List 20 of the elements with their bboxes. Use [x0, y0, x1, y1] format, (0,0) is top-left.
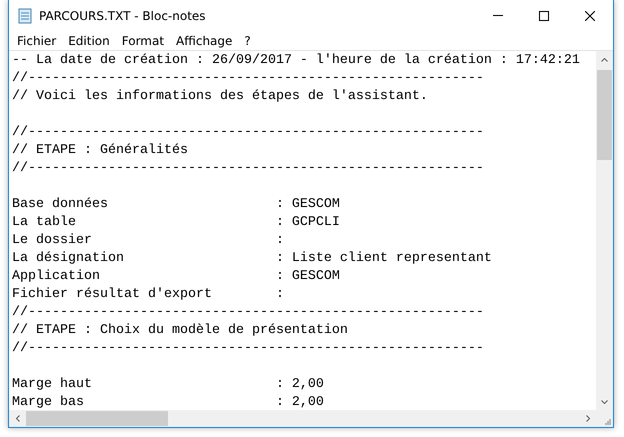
- maximize-icon: [539, 10, 549, 20]
- menu-item[interactable]: Edition: [62, 34, 116, 48]
- scrollbar-thumb[interactable]: [26, 411, 168, 426]
- minimize-icon: [493, 15, 503, 16]
- close-icon: [585, 10, 595, 20]
- scrollbar-thumb[interactable]: [597, 70, 612, 160]
- notepad-icon: [17, 8, 33, 24]
- chevron-down-icon[interactable]: [601, 400, 608, 404]
- resize-grip-icon[interactable]: [604, 418, 611, 425]
- horizontal-scrollbar[interactable]: [9, 410, 596, 427]
- text-editor[interactable]: -- La date de création : 26/09/2017 - l'heure de la création : 17:42:21 //--------------------------------------------------------- // Voici les informations des étapes de l'assistant. //--------------------------------------------------------- // ETAPE : Généralités //--------------------------------------------------------- Base données : GESCOM La table : GCPCLI Le dossier : La désignation : Liste client representant Application : GESCOM Fichier résultat d'export : //--------------------------------------------------------- // ETAPE : Choix du modèle de présentation //--------------------------------------------------------- Marge haut : 2,00 Marge bas : 2,00: [9, 51, 596, 410]
- chevron-right-icon[interactable]: [586, 415, 590, 422]
- menu-item[interactable]: Format: [116, 34, 170, 48]
- window-title: PARCOURS.TXT - Bloc-notes: [39, 8, 206, 22]
- chevron-left-icon[interactable]: [16, 415, 20, 422]
- chevron-up-icon[interactable]: [601, 58, 608, 62]
- vertical-scrollbar[interactable]: [596, 51, 613, 410]
- menu-item[interactable]: Fichier: [11, 34, 62, 48]
- menu-item[interactable]: ?: [238, 34, 257, 48]
- menu-item[interactable]: Affichage: [170, 34, 238, 48]
